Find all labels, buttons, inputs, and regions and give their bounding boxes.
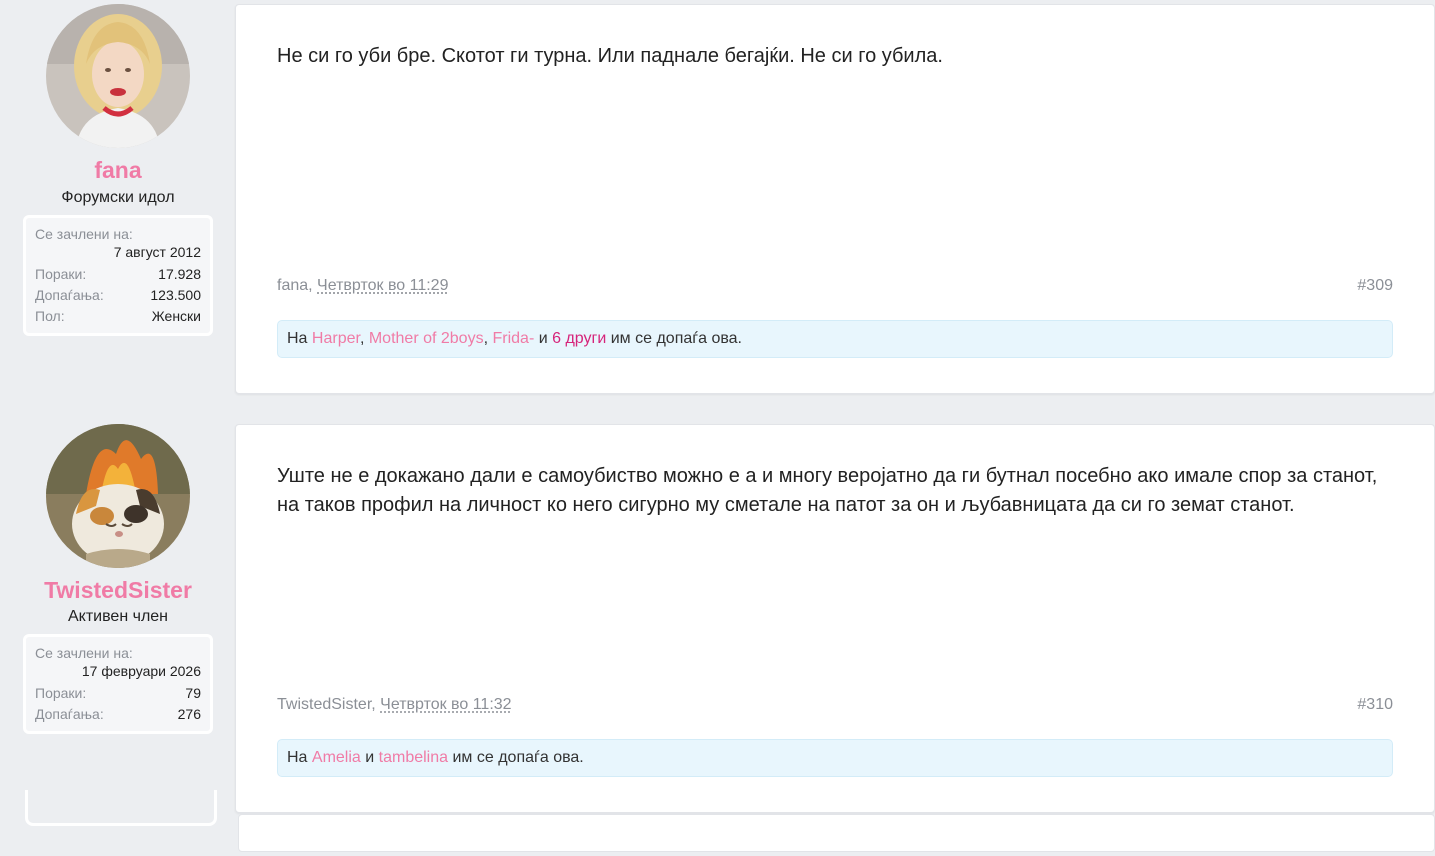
avatar[interactable] xyxy=(46,4,190,148)
likes-suffix: им се допаѓа ова. xyxy=(452,749,584,766)
post-card: Не си го уби бре. Скотот ги турна. Или п… xyxy=(235,4,1435,394)
post-meta-left: TwistedSister, Четврток во 11:32 xyxy=(277,696,512,714)
user-stats: Се зачлени на: 7 август 2012 Пораки: 17.… xyxy=(23,215,213,336)
stat-joined-label: Се зачлени на: xyxy=(35,645,133,661)
avatar-image-twistedsister xyxy=(46,424,190,568)
stat-value: 17.928 xyxy=(158,266,201,282)
post-meta: TwistedSister, Четврток во 11:32 #310 xyxy=(277,696,1393,714)
post-date-link[interactable]: Четврток во 11:29 xyxy=(317,277,448,294)
like-user-link[interactable]: Frida- xyxy=(492,330,534,347)
stat-row: Пол: Женски xyxy=(35,306,201,327)
stat-joined-value: 17 февруари 2026 xyxy=(81,663,201,679)
stat-label: Допаѓања: xyxy=(35,287,104,303)
stat-row: Пораки: 79 xyxy=(35,683,201,704)
stat-label: Пораки: xyxy=(35,685,87,701)
likes-bar: На Amelia и tambelina им се допаѓа ова. xyxy=(277,739,1393,777)
username[interactable]: TwistedSister xyxy=(0,577,236,604)
likes-prefix: На xyxy=(287,330,308,347)
post-number-link[interactable]: #309 xyxy=(1357,277,1393,295)
stat-value: 123.500 xyxy=(150,287,201,303)
stat-row: Допаѓања: 276 xyxy=(35,704,201,725)
post-body: Не си го уби бре. Скотот ги турна. Или п… xyxy=(277,45,943,67)
post-author-link[interactable]: TwistedSister, xyxy=(277,696,376,713)
user-stats: Се зачлени на: 17 февруари 2026 Пораки: … xyxy=(23,634,213,734)
likes-and: и xyxy=(365,749,375,766)
stat-joined-label: Се зачлени на: xyxy=(35,226,133,242)
avatar-image-fana xyxy=(46,4,190,148)
likes-separator: , xyxy=(483,330,489,347)
likes-separator: , xyxy=(359,330,365,347)
likes-bar: На Harper, Mother of 2boys, Frida- и 6 д… xyxy=(277,320,1393,358)
stat-value: Женски xyxy=(151,308,201,324)
stat-joined-value: 7 август 2012 xyxy=(113,244,201,260)
post-meta-left: fana, Четврток во 11:29 xyxy=(277,277,448,295)
stat-value: 276 xyxy=(177,706,201,722)
post-card: Уште не е докажано дали е самоубиство мо… xyxy=(235,424,1435,813)
user-title: Активен член xyxy=(67,608,169,625)
stat-label: Пол: xyxy=(35,308,65,324)
post-number-link[interactable]: #310 xyxy=(1357,696,1393,714)
like-user-link[interactable]: tambelina xyxy=(379,749,448,766)
post-body: Уште не е докажано дали е самоубиство мо… xyxy=(277,465,1378,516)
post-meta: fana, Четврток во 11:29 #309 xyxy=(277,277,1393,295)
next-post-card xyxy=(238,814,1435,852)
like-user-link[interactable]: Amelia xyxy=(312,749,361,766)
like-user-link[interactable]: Mother of 2boys xyxy=(369,330,484,347)
like-user-link[interactable]: Harper xyxy=(312,330,360,347)
username[interactable]: fana xyxy=(0,157,236,184)
avatar[interactable] xyxy=(46,424,190,568)
likes-prefix: На xyxy=(287,749,308,766)
likes-more-link[interactable]: 6 други xyxy=(552,330,606,347)
stat-label: Допаѓања: xyxy=(35,706,104,722)
next-post-sidebar xyxy=(25,790,217,826)
stat-value: 79 xyxy=(185,685,201,701)
stat-row: Допаѓања: 123.500 xyxy=(35,285,201,306)
likes-and: и xyxy=(538,330,548,347)
stat-row: Пораки: 17.928 xyxy=(35,264,201,285)
stat-label: Пораки: xyxy=(35,266,87,282)
likes-suffix: им се допаѓа ова. xyxy=(610,330,742,347)
post-date-link[interactable]: Четврток во 11:32 xyxy=(380,696,511,713)
post-author-link[interactable]: fana, xyxy=(277,277,313,294)
user-title: Форумски идол xyxy=(61,189,175,206)
